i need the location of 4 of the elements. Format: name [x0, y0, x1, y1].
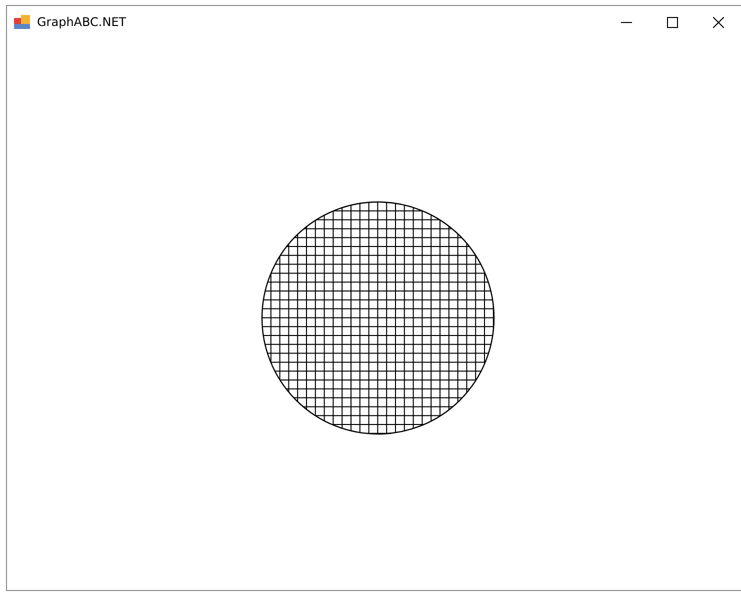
maximize-icon — [666, 16, 678, 28]
close-icon — [712, 16, 724, 28]
window-title: GraphABC.NET — [37, 15, 126, 29]
app-icon — [14, 15, 30, 29]
